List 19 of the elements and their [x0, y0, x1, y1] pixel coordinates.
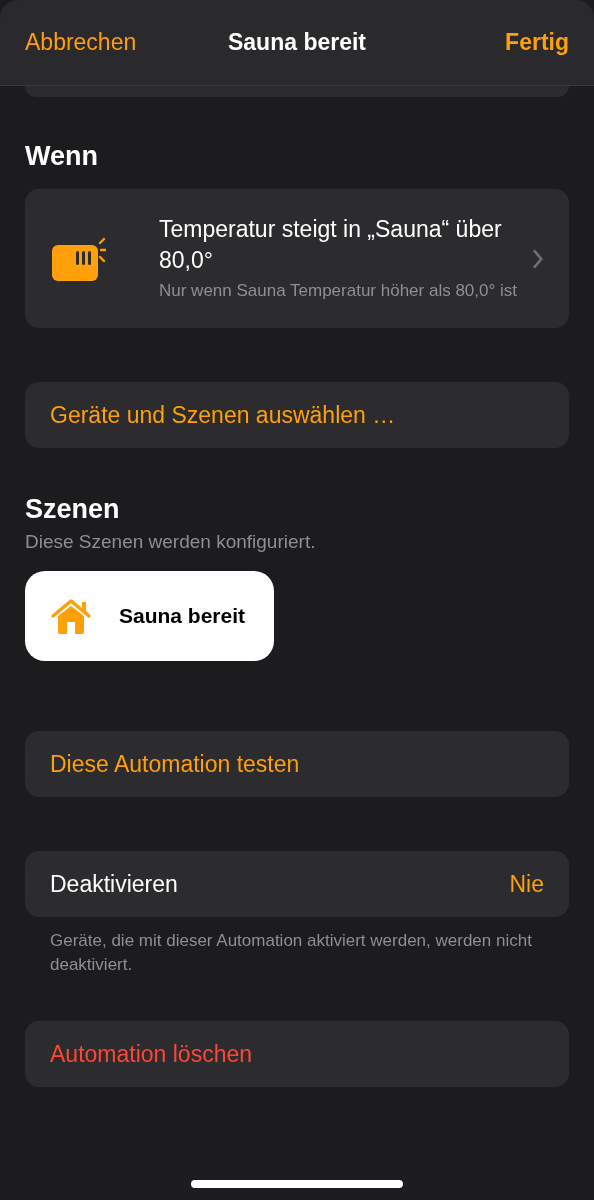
trigger-title: Temperatur steigt in „Sauna“ über 80,0°	[159, 215, 503, 275]
house-icon	[49, 596, 93, 636]
delete-automation-button[interactable]: Automation löschen	[25, 1021, 569, 1087]
screen-title: Sauna bereit	[228, 29, 366, 56]
deactivate-value: Nie	[509, 870, 544, 898]
test-automation-button[interactable]: Diese Automation testen	[25, 731, 569, 797]
scene-tile[interactable]: Sauna bereit	[25, 571, 274, 661]
section-heading: Wenn	[25, 141, 99, 172]
trigger-row[interactable]: Temperatur steigt in „Sauna“ über 80,0° Nur wenn Sauna Temperatur höher als 80,0° ist	[25, 189, 569, 328]
cancel-button[interactable]: Abbrechen	[25, 29, 137, 56]
section-subtitle: Diese Szenen werden konfiguriert.	[25, 531, 317, 553]
choose-devices-button[interactable]: Geräte und Szenen auswählen …	[25, 382, 569, 448]
footnote: Geräte, die mit dieser Automation aktiviert werden, werden nicht deaktiviert.	[50, 930, 533, 976]
done-button[interactable]: Fertig	[505, 29, 569, 56]
section-heading: Szenen	[25, 494, 121, 525]
trigger-subtitle: Nur wenn Sauna Temperatur höher als 80,0° ist	[159, 280, 519, 302]
deactivate-row[interactable]: Deaktivieren Nie	[25, 851, 569, 917]
deactivate-label: Deaktivieren	[50, 870, 178, 898]
chevron-icon	[532, 248, 544, 269]
